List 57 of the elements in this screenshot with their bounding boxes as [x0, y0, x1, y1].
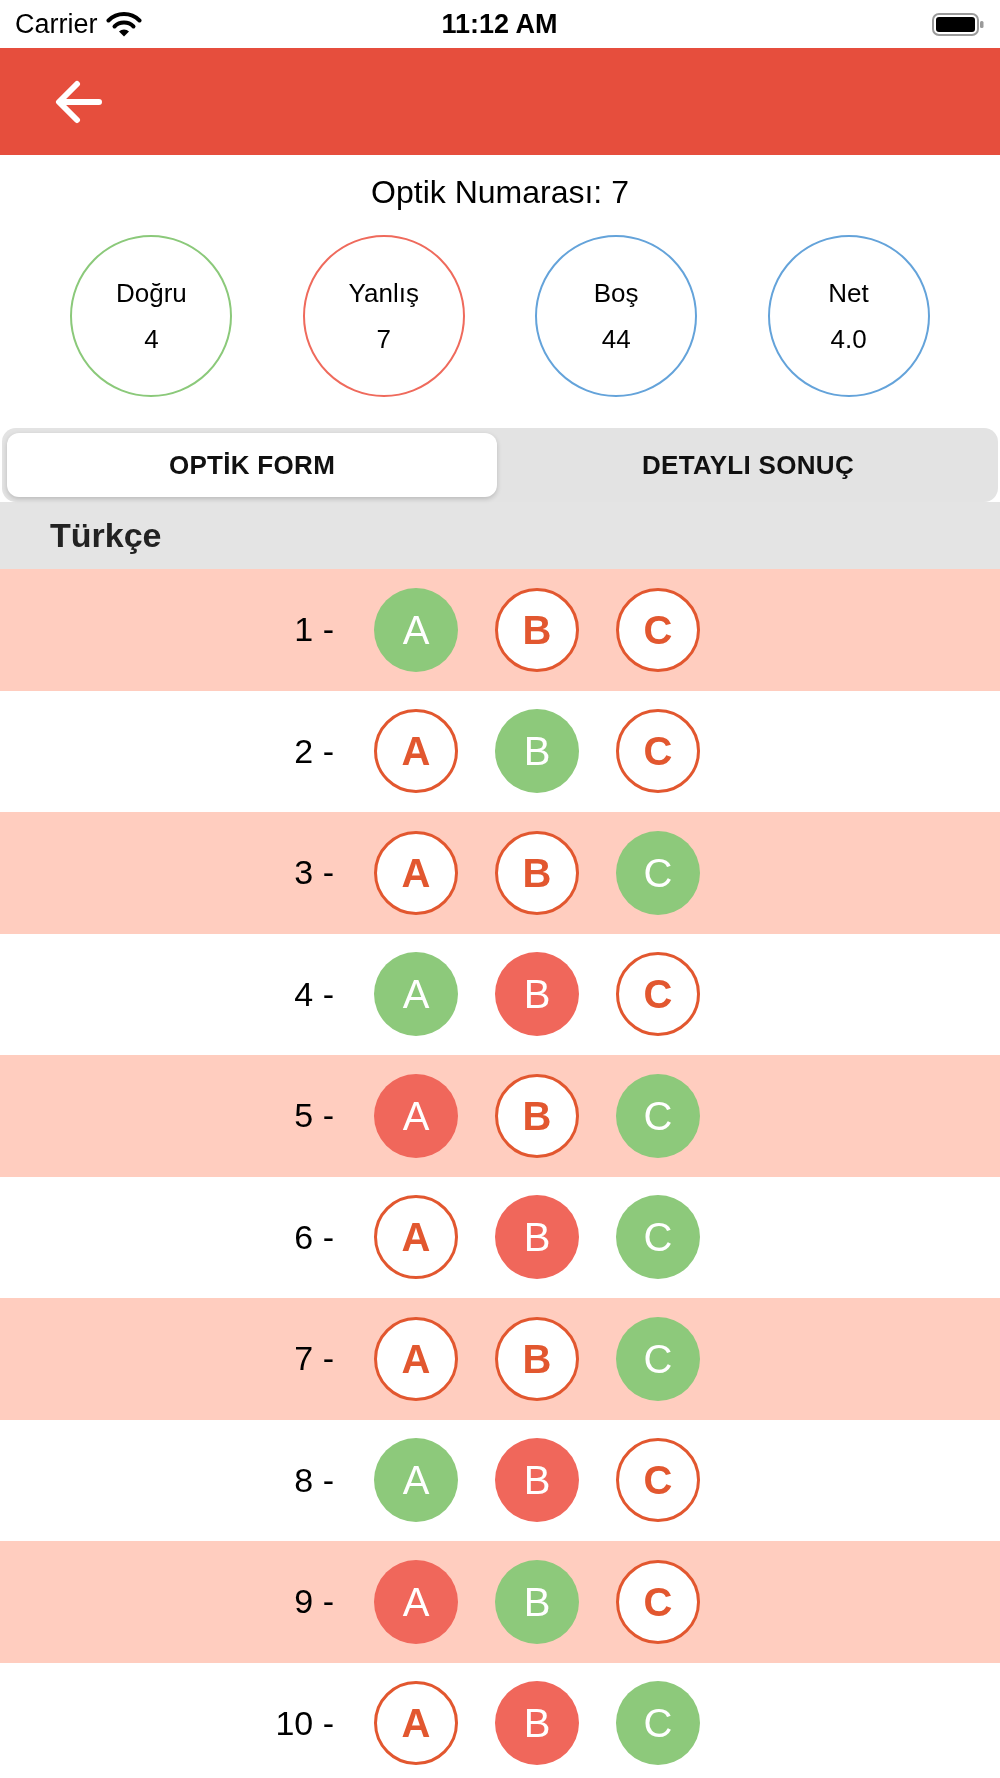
stat-value: 7	[376, 324, 391, 354]
answer-bubble: A	[374, 1438, 458, 1523]
question-number: 3 -	[294, 852, 334, 894]
answer-bubble: A	[374, 1316, 458, 1401]
answer-bubble: C	[616, 1681, 700, 1766]
answer-bubble: C	[616, 1438, 700, 1523]
answer-bubble: B	[495, 830, 579, 915]
answer-bubble: B	[495, 1316, 579, 1401]
answer-bubble: C	[616, 587, 700, 672]
stat-value: 4.0	[830, 324, 867, 354]
answer-bubble: C	[616, 709, 700, 794]
answer-bubble: B	[495, 1438, 579, 1523]
answer-bubble: C	[616, 1195, 700, 1280]
stat-label: Boş	[593, 278, 639, 308]
answer-bubble: A	[374, 587, 458, 672]
answer-bubble: A	[374, 1195, 458, 1280]
answer-bubble: A	[374, 1559, 458, 1644]
section-title: Türkçe	[50, 515, 162, 556]
stat-value: 44	[601, 324, 631, 354]
answer-bubble: B	[495, 587, 579, 672]
answer-bubble: C	[616, 830, 700, 915]
question-number: 10 -	[275, 1702, 334, 1744]
answer-bubble: A	[374, 1681, 458, 1766]
answer-bubble: B	[495, 1559, 579, 1644]
tab[interactable]: OPTİK FORM	[7, 433, 497, 497]
question-number: 8 -	[294, 1459, 334, 1501]
question-number: 9 -	[294, 1581, 334, 1623]
question-number: 2 -	[294, 730, 334, 772]
answer-bubble: B	[495, 709, 579, 794]
question-number: 6 -	[294, 1216, 334, 1258]
answer-bubble: B	[495, 1195, 579, 1280]
stat-value: 4	[144, 324, 159, 354]
answer-bubble: A	[374, 830, 458, 915]
stat-label: Net	[828, 278, 869, 308]
answer-bubble: A	[374, 1073, 458, 1158]
answer-bubble: A	[374, 709, 458, 794]
question-number: 5 -	[294, 1095, 334, 1137]
answer-bubble: C	[616, 1559, 700, 1644]
answer-bubble: C	[616, 1073, 700, 1158]
optic-number-title: Optik Numarası: 7	[371, 173, 629, 211]
battery-icon	[932, 12, 984, 36]
tab[interactable]: DETAYLI SONUÇ	[503, 433, 993, 497]
answer-bubble: B	[495, 952, 579, 1037]
back-arrow-icon[interactable]	[53, 79, 103, 124]
stat-label: Doğru	[115, 278, 187, 308]
wifi-icon	[105, 11, 142, 37]
question-number: 1 -	[294, 609, 334, 651]
answer-bubble: B	[495, 1073, 579, 1158]
clock-time: 11:12 AM	[441, 8, 558, 40]
stat-label: Yanlış	[348, 278, 419, 308]
question-number: 4 -	[294, 973, 334, 1015]
answer-bubble: B	[495, 1681, 579, 1766]
question-number: 7 -	[294, 1338, 334, 1380]
answer-bubble: C	[616, 1316, 700, 1401]
answer-bubble: C	[616, 952, 700, 1037]
carrier-label: Carrier	[15, 8, 98, 40]
answer-bubble: A	[374, 952, 458, 1037]
